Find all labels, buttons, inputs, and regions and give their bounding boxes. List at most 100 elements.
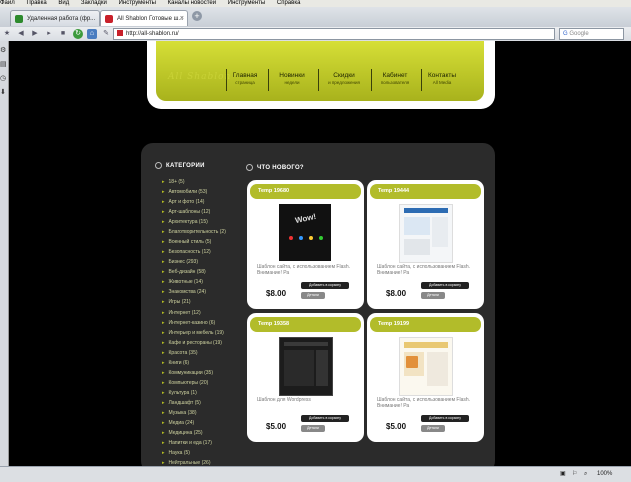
- address-bar[interactable]: http://all-shablon.ru/: [113, 28, 555, 40]
- category-link[interactable]: Книги (6): [162, 360, 190, 366]
- menu-file[interactable]: Файл: [0, 0, 15, 6]
- category-link[interactable]: Автомобили (53): [162, 189, 208, 195]
- template-thumbnail[interactable]: [279, 337, 333, 396]
- home-icon[interactable]: ⌂: [87, 29, 97, 39]
- add-to-cart-button[interactable]: Добавить в корзину: [421, 282, 469, 289]
- history-icon[interactable]: ◷: [0, 75, 7, 82]
- thumbnail-graphic: [406, 356, 418, 368]
- details-button[interactable]: Детали: [421, 292, 445, 299]
- category-link[interactable]: Интерьер и мебель (19): [162, 330, 224, 336]
- tab-all-shablon[interactable]: All Shablon Готовые ш... ×: [100, 10, 188, 26]
- add-to-cart-button[interactable]: Добавить в корзину: [421, 415, 469, 422]
- category-link[interactable]: Кафе и рестораны (19): [162, 340, 222, 346]
- menu-help[interactable]: Справка: [277, 0, 301, 6]
- template-thumbnail[interactable]: [399, 204, 453, 263]
- category-link[interactable]: Благотворительность (2): [162, 229, 226, 235]
- forward-dropdown-icon[interactable]: ▸: [44, 29, 54, 39]
- nav-home[interactable]: Главная страница: [231, 72, 259, 86]
- card-title[interactable]: Temp 19199: [370, 317, 481, 332]
- forward-icon[interactable]: ▶: [30, 29, 40, 39]
- download-icon[interactable]: ⬇: [0, 89, 7, 96]
- category-link[interactable]: Арт-шаблоны (12): [162, 209, 211, 215]
- tab-remote-work[interactable]: Удаленная работа (фр...: [10, 10, 100, 26]
- reload-icon[interactable]: ↻: [73, 29, 83, 39]
- category-link[interactable]: Военный стиль (5): [162, 239, 212, 245]
- category-link[interactable]: Культура (1): [162, 390, 197, 396]
- nav-new[interactable]: Новинки недели: [277, 72, 307, 86]
- card-title[interactable]: Temp 19444: [370, 184, 481, 199]
- thumbnail-graphic: [316, 350, 328, 386]
- new-tab-icon[interactable]: +: [192, 11, 202, 21]
- addon-icon[interactable]: ▣: [560, 467, 566, 482]
- site-favicon-icon: [105, 15, 113, 23]
- bookmarks-icon[interactable]: ▤: [0, 61, 7, 68]
- menu-tools-2[interactable]: Инструменты: [228, 0, 265, 6]
- star-icon[interactable]: ★: [2, 29, 12, 39]
- menu-view[interactable]: Вид: [58, 0, 69, 6]
- category-link[interactable]: Архитектура (15): [162, 219, 208, 225]
- stop-icon[interactable]: ■: [58, 29, 68, 39]
- thumbnail-dot: [319, 236, 323, 240]
- category-link[interactable]: Бизнес (293): [162, 259, 198, 265]
- nav-discounts[interactable]: Скидки и предложения: [324, 72, 364, 86]
- category-link[interactable]: Ландшафт (5): [162, 400, 201, 406]
- site-favicon-icon: [15, 15, 23, 23]
- category-link[interactable]: Безопасность (12): [162, 249, 211, 255]
- zoom-level[interactable]: 100%: [597, 467, 612, 482]
- template-card: Temp 19444 Шаблон сайта, с использование…: [367, 180, 484, 309]
- search-placeholder: Google: [569, 31, 589, 37]
- menu-tools[interactable]: Инструменты: [119, 0, 156, 6]
- details-button[interactable]: Детали: [301, 292, 325, 299]
- category-link[interactable]: Компьютеры (20): [162, 380, 209, 386]
- categories-heading: КАТЕГОРИИ: [155, 162, 205, 169]
- search-input[interactable]: G Google: [559, 28, 624, 40]
- tab-bar: Удаленная работа (фр... All Shablon Гото…: [0, 7, 631, 28]
- details-button[interactable]: Детали: [301, 425, 325, 432]
- category-link[interactable]: Наука (5): [162, 450, 190, 456]
- category-link[interactable]: Музыка (38): [162, 410, 197, 416]
- category-link[interactable]: Красота (35): [162, 350, 198, 356]
- nav-title: Главная: [232, 72, 258, 79]
- menu-edit[interactable]: Правка: [26, 0, 46, 6]
- zoom-icon[interactable]: ⌕: [584, 467, 587, 482]
- category-link[interactable]: Интернет-казино (6): [162, 320, 216, 326]
- category-link[interactable]: Коммуникации (35): [162, 370, 214, 376]
- whats-new-heading: ЧТО НОВОГО?: [246, 164, 304, 171]
- category-link[interactable]: Медиа (24): [162, 420, 195, 426]
- category-link[interactable]: Арт и фото (14): [162, 199, 205, 205]
- category-link[interactable]: Напитки и еда (17): [162, 440, 212, 446]
- category-link[interactable]: Игры (21): [162, 299, 191, 305]
- category-link[interactable]: 18+ (5): [162, 179, 185, 185]
- add-to-cart-button[interactable]: Добавить в корзину: [301, 282, 349, 289]
- bullet-icon: [155, 162, 162, 169]
- nav-subtitle: и предложения: [328, 80, 360, 85]
- nav-contacts[interactable]: Контакты All Media: [425, 72, 459, 86]
- bullet-icon: [246, 164, 253, 171]
- site-logo[interactable]: All Shablon: [168, 72, 231, 82]
- add-to-cart-button[interactable]: Добавить в корзину: [301, 415, 349, 422]
- card-title[interactable]: Temp 19680: [250, 184, 361, 199]
- edit-icon[interactable]: ✎: [101, 29, 111, 39]
- category-link[interactable]: Животные (14): [162, 279, 203, 285]
- category-link[interactable]: Веб-дизайн (58): [162, 269, 206, 275]
- close-icon[interactable]: ×: [180, 11, 184, 26]
- site-favicon-icon: [117, 30, 123, 37]
- menu-bookmarks[interactable]: Закладки: [81, 0, 107, 6]
- navigation-bar: ★ ◀ ▶ ▸ ■ ↻ ⌂ ✎ http://all-shablon.ru/ G…: [0, 27, 631, 42]
- category-link[interactable]: Медицина (25): [162, 430, 203, 436]
- back-icon[interactable]: ◀: [16, 29, 26, 39]
- thumbnail-dot: [299, 236, 303, 240]
- template-thumbnail[interactable]: [399, 337, 453, 396]
- card-title[interactable]: Temp 19358: [250, 317, 361, 332]
- menu-feeds[interactable]: Каналы новостей: [168, 0, 216, 6]
- security-icon[interactable]: ⚐: [572, 467, 577, 482]
- details-button[interactable]: Детали: [421, 425, 445, 432]
- nav-account[interactable]: Кабинет пользователя: [376, 72, 414, 86]
- gear-icon[interactable]: ⚙: [0, 47, 7, 54]
- category-link[interactable]: Знакомства (24): [162, 289, 206, 295]
- thumbnail-graphic: [284, 350, 314, 386]
- nav-subtitle: пользователя: [380, 80, 410, 85]
- category-link[interactable]: Интернет (12): [162, 310, 201, 316]
- template-thumbnail[interactable]: Wow!: [279, 204, 331, 261]
- card-description: Шаблон сайта, с использованием Flash. Вн…: [377, 397, 471, 409]
